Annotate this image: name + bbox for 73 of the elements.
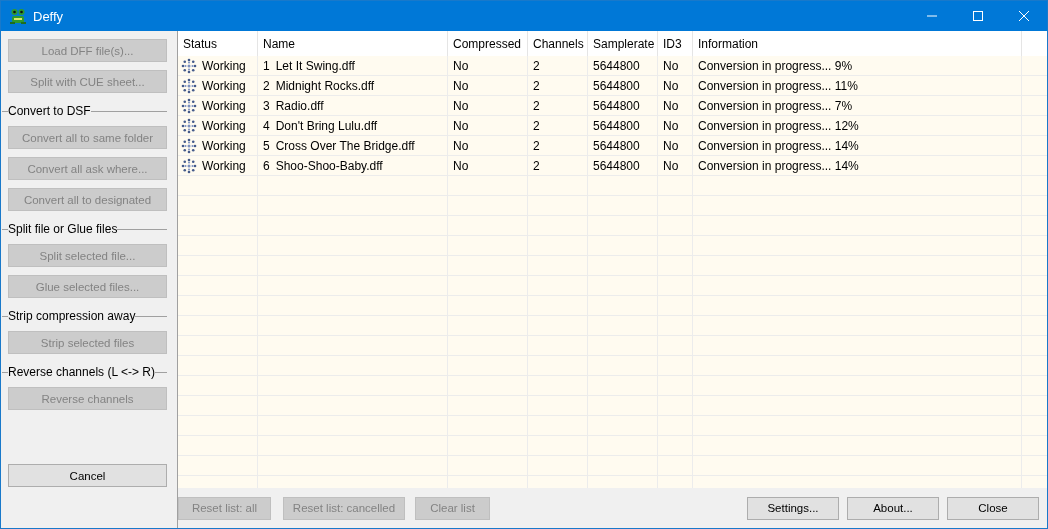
dialog-button[interactable]: Close (947, 496, 1039, 520)
table-cell-text: 5644800 (592, 78, 641, 95)
column-header[interactable]: Name (258, 31, 448, 56)
table-cell-text: 2 (532, 98, 541, 115)
table-cell-text: 5644800 (592, 58, 641, 75)
spinner-icon (181, 58, 197, 74)
frog-icon (9, 7, 27, 25)
track-number: 6 (263, 159, 270, 173)
column-header[interactable]: Samplerate (588, 31, 658, 56)
column-header[interactable]: Channels (528, 31, 588, 56)
table-cell-text: 5644800 (592, 118, 641, 135)
spinner-icon (181, 78, 197, 94)
section-heading: Convert to DSF (8, 104, 91, 118)
table-cell-text: No (452, 58, 470, 75)
table-cell-text: 2 (532, 58, 541, 75)
track-number: 1 (263, 59, 270, 73)
spinner-icon (181, 118, 197, 134)
window-title: Deffy (33, 8, 65, 24)
table-cell-text: Conversion in progress... 14% (697, 158, 860, 175)
column-header[interactable]: ID3 (658, 31, 693, 56)
table-cell-text: No (452, 158, 470, 175)
file-name: Cross Over The Bridge.dff (275, 139, 415, 153)
spinner-icon (181, 98, 197, 114)
section-heading: Reverse channels (L <-> R) (8, 365, 155, 379)
table-cell-text: No (662, 58, 680, 75)
table-cell-text: No (662, 78, 680, 95)
table-cell-text: Conversion in progress... 14% (697, 138, 860, 155)
status-text: Working (202, 139, 246, 153)
status-text: Working (202, 59, 246, 73)
table-cell-text: 2 (532, 78, 541, 95)
table-cell-text: 2 (532, 118, 541, 135)
dialog-button[interactable]: About... (847, 496, 939, 520)
spinner-icon (181, 138, 197, 154)
status-text: Working (202, 159, 246, 173)
table-cell-text: 5644800 (592, 138, 641, 155)
file-name: Shoo-Shoo-Baby.dff (275, 159, 383, 173)
table-cell-text: 2 (532, 158, 541, 175)
table-cell-text: 2 (532, 138, 541, 155)
file-name: Midnight Rocks.dff (275, 79, 375, 93)
table-cell-text: No (662, 158, 680, 175)
status-text: Working (202, 79, 246, 93)
close-icon (1019, 11, 1029, 21)
track-number: 3 (263, 99, 270, 113)
dialog-button[interactable]: Settings... (747, 496, 839, 520)
table-cell-text: No (452, 138, 470, 155)
table-cell-text: Conversion in progress... 11% (697, 78, 859, 95)
maximize-icon (973, 11, 983, 21)
table-cell-text: 5644800 (592, 98, 641, 115)
table-cell-text: Conversion in progress... 7% (697, 98, 854, 115)
table-cell-text: No (662, 98, 680, 115)
track-number: 4 (263, 119, 270, 133)
column-header[interactable]: Compressed (448, 31, 528, 56)
cancel-button[interactable]: Cancel (8, 464, 167, 487)
file-name: Don't Bring Lulu.dff (275, 119, 378, 133)
column-header[interactable]: Status (178, 31, 258, 56)
section-heading: Split file or Glue files (8, 222, 118, 236)
table-cell-text: No (662, 118, 680, 135)
track-number: 5 (263, 139, 270, 153)
section-heading: Strip compression away (8, 309, 136, 323)
status-text: Working (202, 99, 246, 113)
file-name: Let It Swing.dff (275, 59, 355, 73)
table-cell-text: No (662, 138, 680, 155)
table-cell-text: Conversion in progress... 9% (697, 58, 854, 75)
table-cell-text: No (452, 78, 470, 95)
spinner-icon (181, 158, 197, 174)
status-text: Working (202, 119, 246, 133)
table-cell-text: Conversion in progress... 12% (697, 118, 860, 135)
track-number: 2 (263, 79, 270, 93)
table-cell-text: No (452, 118, 470, 135)
table-cell-text: 5644800 (592, 158, 641, 175)
file-name: Radio.dff (275, 99, 324, 113)
column-header[interactable]: Information (693, 31, 1022, 56)
table-cell-text: No (452, 98, 470, 115)
